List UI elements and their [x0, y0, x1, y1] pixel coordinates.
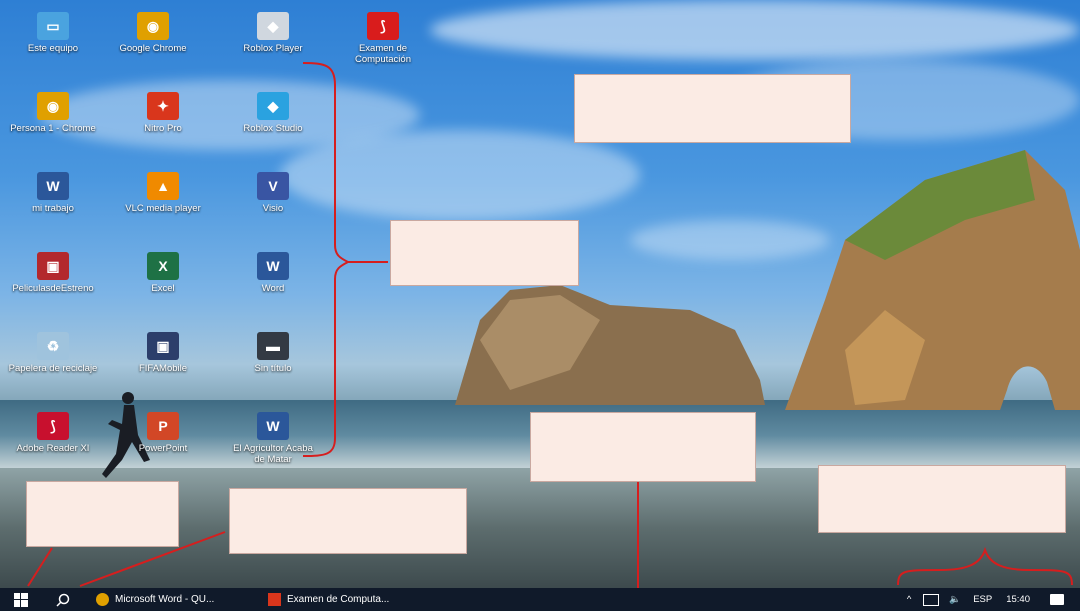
show-hidden-icons-button[interactable]: ^ — [907, 594, 911, 605]
label-box — [26, 481, 179, 547]
desktop: ▭ Este equipo ◉ Google Chrome ◆ Roblox Player… — [0, 0, 1080, 588]
taskbar: Microsoft Word - QU... Examen de Computa… — [0, 588, 1080, 611]
taskbar-app-label: Microsoft Word - QU... — [115, 594, 215, 605]
notifications-icon[interactable] — [1050, 594, 1064, 605]
start-button[interactable] — [14, 588, 28, 611]
network-icon[interactable] — [923, 593, 940, 606]
search-button[interactable] — [56, 588, 70, 611]
search-icon — [56, 593, 70, 607]
volume-icon[interactable]: 🔈 — [949, 594, 961, 605]
start-icon — [14, 592, 28, 607]
taskbar-app-label: Examen de Computa... — [287, 594, 390, 605]
pdf-icon — [268, 593, 281, 606]
system-tray: ^ 🔈 ESP 15:40 — [907, 588, 1080, 611]
taskbar-app-exam[interactable]: Examen de Computa... — [268, 588, 389, 611]
label-box — [818, 465, 1066, 533]
chrome-icon — [96, 593, 109, 606]
label-box — [229, 488, 467, 554]
label-box — [390, 220, 579, 286]
clock[interactable]: 15:40 — [1006, 594, 1030, 605]
taskbar-app-word[interactable]: Microsoft Word - QU... — [96, 588, 214, 611]
label-box — [530, 412, 756, 482]
label-box — [574, 74, 851, 143]
language-indicator[interactable]: ESP — [973, 594, 992, 605]
